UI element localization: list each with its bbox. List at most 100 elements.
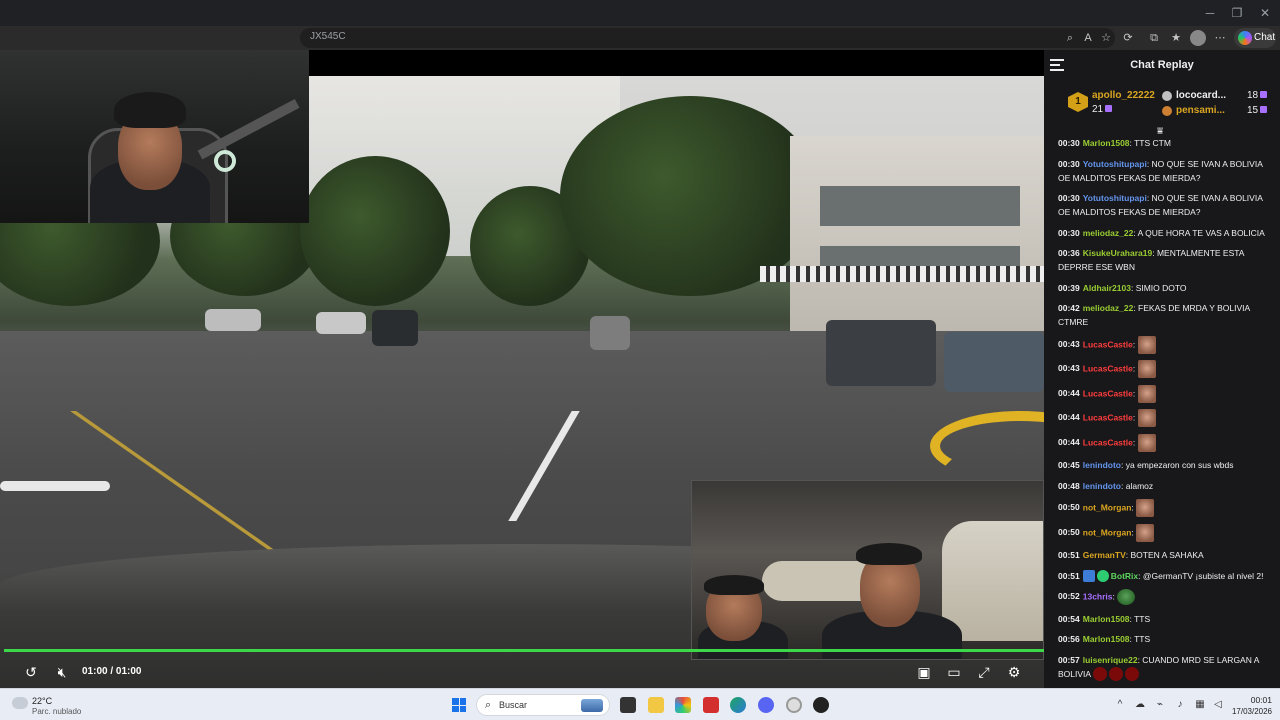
chat-message: 00:30 Yotutoshitupapi: NO QUE SE IVAN A B… — [1058, 157, 1268, 185]
microphone-icon[interactable]: ♪ — [1174, 699, 1186, 711]
message-username[interactable]: not_Morgan — [1083, 527, 1132, 537]
emote-icon[interactable] — [1136, 499, 1155, 517]
angry-emote-icon[interactable] — [1093, 667, 1108, 682]
message-username[interactable]: Marlon1508 — [1083, 614, 1130, 624]
theater-icon[interactable]: ▭ — [945, 663, 963, 681]
message-username[interactable]: Marlon1508 — [1083, 138, 1130, 148]
profile-icon[interactable] — [1190, 30, 1206, 46]
copilot-chat-button[interactable]: Chat — [1234, 28, 1276, 48]
maximize-icon[interactable]: ❐ — [1222, 4, 1252, 22]
message-username[interactable]: LucasCastle — [1083, 412, 1133, 422]
message-text: ya empezaron con sus wbds — [1125, 460, 1234, 470]
message-username[interactable]: GermanTV — [1083, 550, 1126, 560]
network-icon[interactable]: ▦ — [1194, 699, 1206, 711]
discord-icon[interactable] — [758, 697, 774, 713]
message-username[interactable]: luisenrique22 — [1083, 655, 1138, 665]
streamer-hair — [114, 92, 186, 128]
volume-icon[interactable]: ◁ — [1212, 699, 1224, 711]
verified-badge-icon — [1096, 570, 1109, 583]
start-icon[interactable] — [452, 698, 466, 712]
rank-badge: 1 — [1068, 92, 1088, 112]
message-username[interactable]: BotRix — [1111, 571, 1138, 581]
message-username[interactable]: meliodaz_22 — [1083, 228, 1134, 238]
replay-icon[interactable]: ↺ — [22, 663, 40, 681]
search-icon: ⌕ — [485, 699, 492, 711]
favorite-icon[interactable]: ☆ — [1098, 30, 1114, 46]
message-username[interactable]: Yotutoshitupapi — [1083, 193, 1147, 203]
zoom-icon[interactable]: ⌕ — [1062, 30, 1078, 46]
message-timestamp: 00:30 — [1058, 138, 1080, 148]
message-username[interactable]: LucasCastle — [1083, 437, 1133, 447]
third-gifter-name[interactable]: pensami... — [1176, 105, 1225, 116]
address-bar[interactable]: JX545C — [300, 28, 1115, 48]
message-username[interactable]: LucasCastle — [1083, 339, 1133, 349]
clock-date[interactable]: 17/03/2026 — [1226, 707, 1272, 716]
message-username[interactable]: LucasCastle — [1083, 388, 1133, 398]
favorites-bar-icon[interactable]: ★ — [1168, 30, 1184, 46]
file-explorer-icon[interactable] — [648, 697, 664, 713]
top-gifter-name[interactable]: apollo_22222 — [1092, 90, 1155, 101]
message-username[interactable]: not_Morgan — [1083, 502, 1132, 512]
message-username[interactable]: Marlon1508 — [1083, 634, 1130, 644]
silver-badge-icon — [1162, 91, 1172, 101]
chat-message: 00:50 not_Morgan: — [1058, 499, 1268, 517]
split-screen-icon[interactable]: ⧉ — [1146, 30, 1162, 46]
wps-icon[interactable] — [703, 697, 719, 713]
emote-icon[interactable] — [1137, 384, 1156, 403]
chevron-up-icon[interactable]: ^ — [1114, 699, 1126, 711]
usb-icon[interactable]: ⌁ — [1154, 699, 1166, 711]
message-separator: : — [1132, 387, 1138, 398]
chat-message: 00:48 lenindoto: alamoz — [1058, 479, 1268, 493]
record-app-icon[interactable] — [813, 697, 829, 713]
chat-message: 00:30 Marlon1508: TTS CTM — [1058, 136, 1268, 150]
more-icon[interactable]: ⋯ — [1212, 30, 1228, 46]
message-timestamp: 00:44 — [1058, 387, 1080, 398]
fullscreen-icon[interactable]: ⤢ — [975, 663, 993, 681]
emote-icon[interactable] — [1137, 409, 1156, 427]
clock-time[interactable]: 00:01 — [1246, 695, 1272, 705]
video-player[interactable]: ↺ 🔇︎ 01:00 / 01:00 ▣ ▭ ⤢ ⚙ — [0, 50, 1044, 688]
angry-emote-icon[interactable] — [1125, 667, 1140, 682]
message-username[interactable]: meliodaz_22 — [1083, 303, 1134, 313]
task-view-icon[interactable] — [620, 697, 636, 713]
temperature[interactable]: 22°C — [32, 696, 52, 706]
message-timestamp: 00:56 — [1058, 634, 1080, 644]
settings-icon[interactable]: ⚙ — [1005, 663, 1023, 681]
close-icon[interactable]: ✕ — [1250, 4, 1280, 22]
read-aloud-icon[interactable]: A — [1080, 30, 1096, 46]
message-username[interactable]: lenindoto — [1083, 481, 1121, 491]
obs-icon[interactable] — [786, 697, 802, 713]
cloud-icon[interactable] — [12, 697, 28, 709]
weather-description[interactable]: Parc. nublado — [32, 707, 81, 716]
second-gifter-name[interactable]: lococard... — [1176, 90, 1226, 101]
message-username[interactable]: KisukeUrahara19 — [1083, 248, 1152, 258]
emote-icon[interactable] — [1137, 360, 1156, 378]
edge-icon[interactable] — [730, 697, 746, 713]
message-text: alamoz — [1125, 480, 1154, 491]
message-username[interactable]: Aldhair2103 — [1083, 283, 1131, 293]
emote-icon[interactable] — [1137, 335, 1156, 354]
message-timestamp: 00:48 — [1058, 480, 1080, 491]
angry-emote-icon[interactable] — [1109, 667, 1124, 682]
pip-icon[interactable]: ▣ — [915, 663, 933, 681]
car-window — [942, 521, 1043, 641]
browser-toolbar: JX545C ⌕ A ☆ ⟳ ⧉ ★ ⋯ Chat — [0, 26, 1280, 50]
taskbar-search[interactable]: ⌕ Buscar — [476, 694, 610, 716]
message-text: TTS — [1134, 634, 1151, 644]
message-username[interactable]: 13chris — [1083, 591, 1113, 601]
mute-icon[interactable]: 🔇︎ — [53, 663, 71, 681]
cloud-sync-icon[interactable]: ☁ — [1134, 699, 1146, 711]
progress-bar[interactable] — [4, 649, 1044, 652]
copilot-app-icon[interactable] — [675, 697, 691, 713]
message-username[interactable]: LucasCastle — [1083, 363, 1133, 373]
message-username[interactable]: Yotutoshitupapi — [1083, 159, 1147, 169]
minimize-icon[interactable]: ─ — [1195, 4, 1225, 22]
message-username[interactable]: lenindoto — [1083, 460, 1121, 470]
pepe-emote-icon[interactable] — [1117, 589, 1136, 605]
emote-icon[interactable] — [1137, 433, 1156, 452]
extensions-icon[interactable]: ⟳ — [1120, 30, 1136, 46]
emote-icon[interactable] — [1136, 523, 1155, 542]
copilot-icon — [1238, 31, 1252, 45]
filter-icon[interactable]: ⩸ — [1153, 126, 1167, 137]
top-gifter-count: 21 — [1092, 104, 1113, 115]
